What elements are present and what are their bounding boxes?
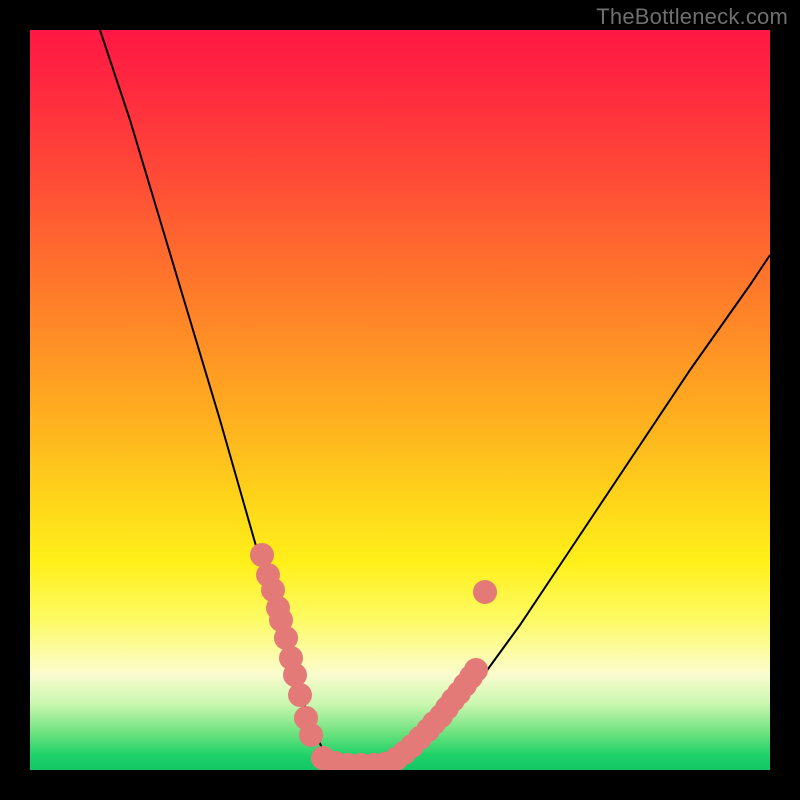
- plot-area: [30, 30, 770, 770]
- curve-marker-dot: [274, 626, 298, 650]
- curve-marker-dot: [464, 658, 488, 682]
- watermark-text: TheBottleneck.com: [596, 4, 788, 30]
- curve-marker-dot: [299, 723, 323, 747]
- bottleneck-curve: [100, 30, 770, 765]
- curve-marker-dot: [473, 580, 497, 604]
- chart-frame: TheBottleneck.com: [0, 0, 800, 800]
- curve-marker-dot: [283, 663, 307, 687]
- chart-overlay-svg: [30, 30, 770, 770]
- curve-markers: [250, 543, 497, 770]
- curve-marker-dot: [288, 683, 312, 707]
